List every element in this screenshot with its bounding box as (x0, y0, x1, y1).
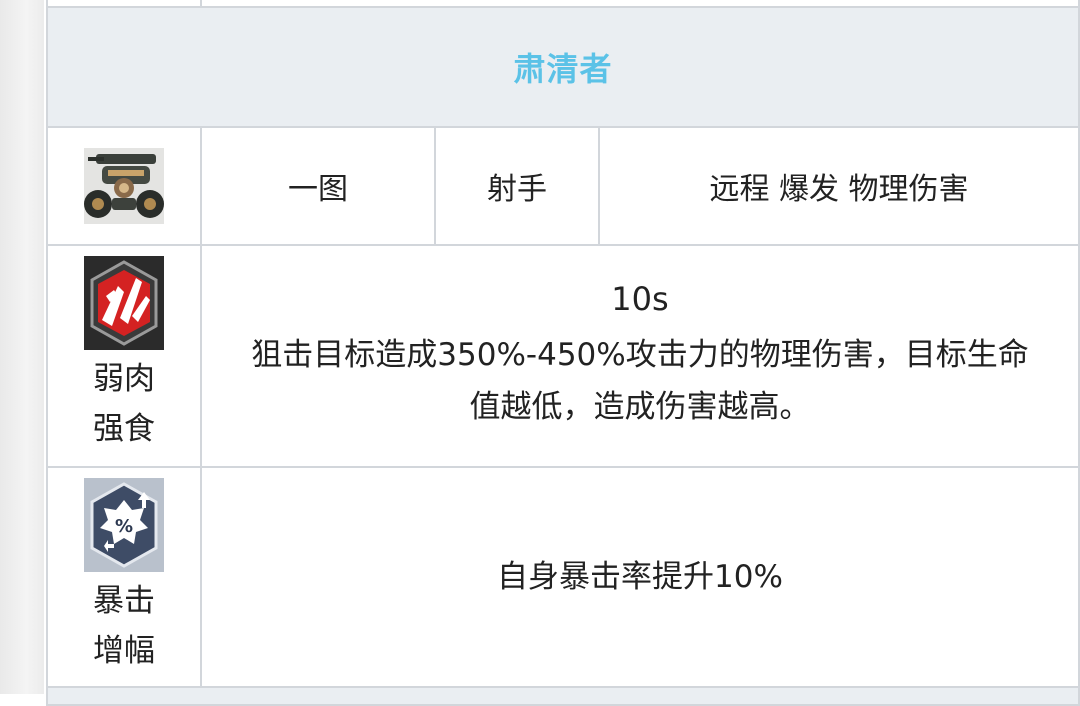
svg-text:%: % (115, 516, 133, 537)
unit-tags: 远程 爆发 物理伤害 (709, 172, 969, 207)
unit-name-header: 肃清者 (46, 6, 1080, 128)
skill-1-name-line1: 弱肉 (93, 361, 155, 397)
unit-avatar-cell (46, 126, 202, 246)
skill-1-name-line2: 强食 (93, 411, 155, 447)
unit-info-table: 肃清者 一图 射手 远程 爆发 物理伤害 弱肉 强食 10s 狙击目标造成350… (46, 0, 1080, 706)
skill-2-name-line1: 暴击 (93, 583, 155, 619)
mech-turret-icon (84, 148, 164, 224)
unit-name-title: 肃清者 (513, 50, 613, 88)
skill-1-detail-cell: 10s 狙击目标造成350%-450%攻击力的物理伤害，目标生命值越低，造成伤害… (200, 244, 1080, 468)
skill-2-detail-cell: 自身暴击率提升10% (200, 466, 1080, 688)
skill-1-cooldown: 10s (611, 280, 669, 318)
skill-2-description: 自身暴击率提升10% (497, 559, 783, 595)
unit-map-cell: 一图 (200, 126, 436, 246)
unit-tags-cell: 远程 爆发 物理伤害 (598, 126, 1080, 246)
unit-role-cell: 射手 (434, 126, 600, 246)
page-edge-shadow (0, 0, 44, 694)
skill-1-description: 狙击目标造成350%-450%攻击力的物理伤害，目标生命值越低，造成伤害越高。 (251, 337, 1029, 425)
skill-2-name-line2: 增幅 (93, 633, 155, 669)
unit-map: 一图 (288, 172, 348, 207)
skill-1-icon-cell: 弱肉 强食 (46, 244, 202, 468)
next-row-cell (46, 686, 1080, 706)
skill-2-icon-cell: % 暴击 增幅 (46, 466, 202, 688)
unit-role: 射手 (487, 172, 547, 207)
crit-percent-boost-icon: % (84, 478, 164, 572)
shattered-crystal-skill-icon (84, 256, 164, 350)
